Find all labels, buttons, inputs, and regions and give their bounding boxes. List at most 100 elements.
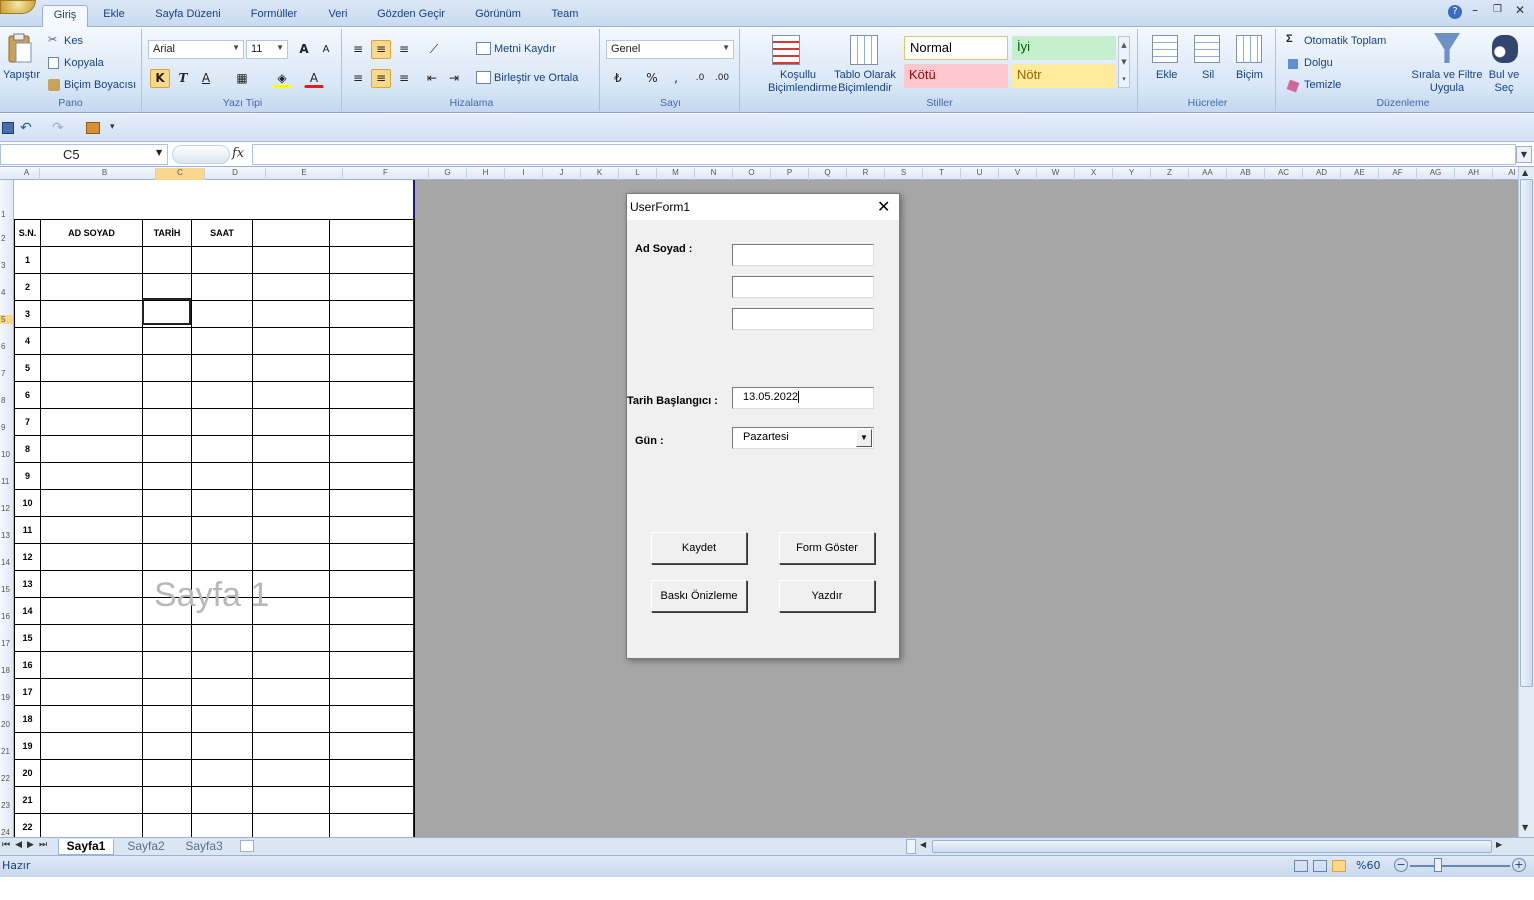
- table-cell[interactable]: [40, 597, 143, 625]
- expand-formula-icon[interactable]: ▼: [1516, 146, 1532, 163]
- row-number-cell[interactable]: 6: [14, 381, 41, 409]
- table-cell[interactable]: [329, 489, 415, 517]
- column-header-p[interactable]: P: [771, 168, 809, 180]
- table-cell[interactable]: [142, 516, 192, 544]
- table-cell[interactable]: [142, 543, 192, 571]
- bold-button[interactable]: K: [150, 69, 170, 88]
- table-cell[interactable]: [40, 408, 143, 436]
- minimize-icon[interactable]: –: [1472, 3, 1478, 17]
- style-bad[interactable]: Kötü: [904, 64, 1008, 88]
- row-number-cell[interactable]: 13: [14, 570, 41, 598]
- row-header-17[interactable]: 17: [0, 639, 13, 648]
- table-cell[interactable]: [329, 678, 415, 706]
- table-cell[interactable]: [142, 435, 192, 463]
- delete-cells-button[interactable]: Sil: [1202, 69, 1214, 81]
- tab-sayfa-duzeni[interactable]: Sayfa Düzeni: [146, 5, 230, 27]
- row-number-cell[interactable]: 3: [14, 300, 41, 328]
- sheet-tab-sayfa2[interactable]: Sayfa2: [122, 839, 170, 855]
- insert-sheet-icon[interactable]: [240, 840, 254, 852]
- row-number-cell[interactable]: 12: [14, 543, 41, 571]
- table-cell[interactable]: [329, 543, 415, 571]
- table-cell[interactable]: [142, 327, 192, 355]
- zoom-slider[interactable]: [1410, 865, 1510, 867]
- table-cell[interactable]: [40, 516, 143, 544]
- form-goster-button[interactable]: Form Göster: [779, 532, 875, 564]
- column-header-ad[interactable]: AD: [1303, 168, 1341, 180]
- table-cell[interactable]: [40, 651, 143, 679]
- table-cell[interactable]: [142, 732, 192, 760]
- table-cell[interactable]: [40, 705, 143, 733]
- table-cell[interactable]: [191, 327, 253, 355]
- table-cell[interactable]: [142, 705, 192, 733]
- scroll-left-icon[interactable]: ◀: [920, 840, 926, 849]
- tab-formuller[interactable]: Formüller: [240, 5, 308, 27]
- tab-veri[interactable]: Veri: [320, 5, 356, 27]
- row-number-cell[interactable]: 2: [14, 273, 41, 301]
- row-number-cell[interactable]: 10: [14, 489, 41, 517]
- table-cell[interactable]: [40, 678, 143, 706]
- formula-divider-handle[interactable]: [172, 145, 230, 164]
- table-cell[interactable]: [191, 705, 253, 733]
- column-header-m[interactable]: M: [657, 168, 695, 180]
- column-header-o[interactable]: O: [733, 168, 771, 180]
- row-number-cell[interactable]: 8: [14, 435, 41, 463]
- zoom-slider-thumb[interactable]: [1434, 858, 1442, 872]
- table-cell[interactable]: [191, 273, 253, 301]
- column-header-j[interactable]: J: [543, 168, 581, 180]
- table-cell[interactable]: [142, 246, 192, 274]
- column-header-af[interactable]: AF: [1379, 168, 1417, 180]
- comma-button[interactable]: ,: [666, 69, 686, 88]
- table-cell[interactable]: [329, 354, 415, 382]
- table-cell[interactable]: [329, 462, 415, 490]
- table-cell[interactable]: [40, 273, 143, 301]
- align-center-icon[interactable]: ≡: [371, 69, 391, 88]
- table-cell[interactable]: [252, 759, 330, 787]
- row-header-3[interactable]: 3: [0, 261, 13, 270]
- tab-gozden-gecir[interactable]: Gözden Geçir: [368, 5, 454, 27]
- restore-icon[interactable]: ❐: [1493, 4, 1502, 15]
- selected-cell[interactable]: [142, 298, 191, 325]
- styles-scroll-icon[interactable]: ▲ ▼ ▾: [1118, 36, 1130, 88]
- underline-button[interactable]: A: [196, 69, 216, 88]
- table-cell[interactable]: [40, 786, 143, 814]
- scroll-right-icon[interactable]: ▶: [1496, 840, 1502, 849]
- table-cell[interactable]: [252, 786, 330, 814]
- align-right-icon[interactable]: ≡: [394, 69, 414, 88]
- column-header-b[interactable]: B: [54, 168, 156, 180]
- table-cell[interactable]: [252, 408, 330, 436]
- column-header-n[interactable]: N: [695, 168, 733, 180]
- chevron-down-icon[interactable]: ▼: [856, 429, 872, 447]
- format-painter-button[interactable]: Biçim Boyacısı: [64, 79, 136, 91]
- column-header-a[interactable]: A: [14, 168, 40, 180]
- row-header-14[interactable]: 14: [0, 558, 13, 567]
- table-cell[interactable]: [191, 462, 253, 490]
- table-cell[interactable]: [252, 651, 330, 679]
- column-header-c[interactable]: C: [156, 168, 205, 180]
- table-cell[interactable]: [40, 759, 143, 787]
- header-ad-soyad[interactable]: AD SOYAD: [40, 219, 143, 247]
- row-number-cell[interactable]: 14: [14, 597, 41, 625]
- row-header-1[interactable]: 1: [0, 210, 13, 219]
- table-cell[interactable]: [252, 516, 330, 544]
- font-size-combo[interactable]: 11 ▼: [246, 40, 288, 59]
- style-neutral[interactable]: Nötr: [1012, 64, 1116, 88]
- table-cell[interactable]: [329, 732, 415, 760]
- table-cell[interactable]: [191, 732, 253, 760]
- table-cell[interactable]: [329, 435, 415, 463]
- table-cell[interactable]: [252, 678, 330, 706]
- row-header-21[interactable]: 21: [0, 747, 13, 756]
- header-col-e[interactable]: [252, 219, 330, 247]
- column-header-k[interactable]: K: [581, 168, 619, 180]
- sheet-tab-sayfa3[interactable]: Sayfa3: [180, 839, 228, 855]
- row-number-cell[interactable]: 1: [14, 246, 41, 274]
- italic-button[interactable]: T: [173, 69, 193, 88]
- table-cell[interactable]: [142, 624, 192, 652]
- table-cell[interactable]: [191, 489, 253, 517]
- merge-center-button[interactable]: Birleştir ve Ortala: [494, 72, 578, 84]
- insert-cells-button[interactable]: Ekle: [1156, 69, 1177, 81]
- row-header-20[interactable]: 20: [0, 720, 13, 729]
- table-cell[interactable]: [40, 462, 143, 490]
- table-cell[interactable]: [191, 624, 253, 652]
- table-cell[interactable]: [329, 408, 415, 436]
- row-header-11[interactable]: 11: [0, 477, 13, 486]
